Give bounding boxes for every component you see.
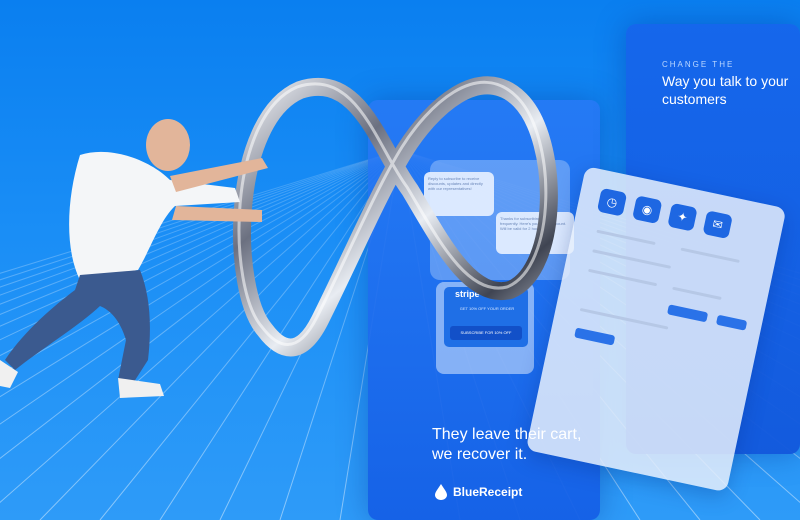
brand-logo[interactable]: BlueReceipt xyxy=(434,484,522,500)
tagline: They leave their cart, we recover it. xyxy=(432,426,582,463)
drop-icon xyxy=(435,484,447,500)
hero-banner: CHANGE THE Way you talk to your customer… xyxy=(0,0,800,520)
person-figure xyxy=(0,119,268,398)
brand-name: BlueReceipt xyxy=(453,485,523,499)
